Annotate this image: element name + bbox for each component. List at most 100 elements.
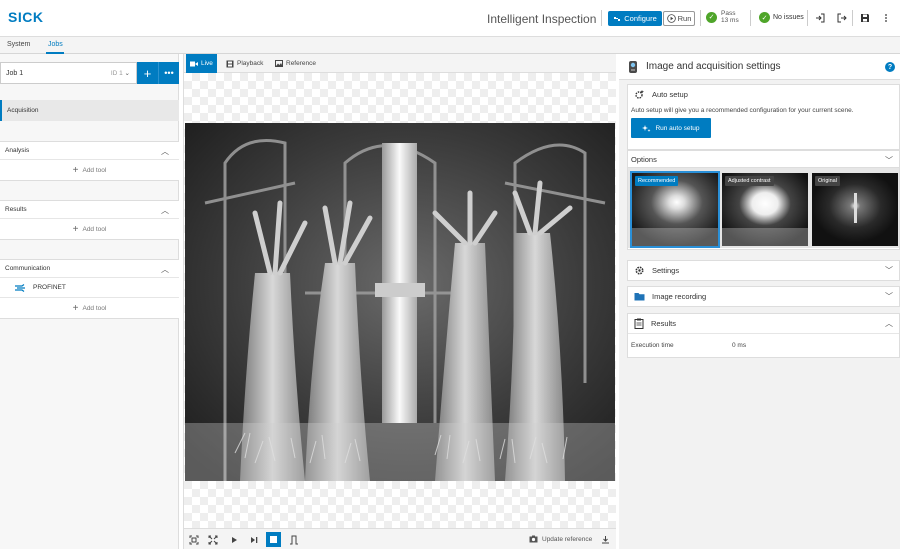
communication-section: Communication ︿ PROFINET + Add tool [0, 259, 179, 319]
camera-device-icon [627, 60, 639, 74]
more-vertical-icon[interactable] [879, 11, 893, 25]
divider [852, 10, 853, 26]
video-camera-icon [190, 61, 198, 67]
update-reference-button[interactable]: Update reference [529, 535, 592, 543]
play-icon[interactable] [226, 532, 241, 547]
viewer-toolbar: Update reference [184, 528, 616, 549]
plus-icon: + [143, 65, 152, 81]
chevron-down-icon: ﹀ [885, 292, 893, 301]
check-circle-icon: ✓ [759, 12, 770, 23]
download-icon[interactable] [598, 532, 613, 547]
settings-card[interactable]: Settings ﹀ [627, 260, 900, 281]
folder-icon [634, 292, 645, 301]
panel-header: Image and acquisition settings ? [619, 54, 900, 80]
issues-status[interactable]: ✓ No issues [759, 12, 804, 23]
analysis-header[interactable]: Analysis ︿ [0, 142, 179, 160]
film-icon [226, 60, 234, 68]
image-icon [275, 60, 283, 67]
chevron-up-icon: ︿ [885, 319, 893, 328]
help-icon[interactable]: ? [885, 62, 895, 72]
options-card: Options ﹀ Recommended Adjusted contrast … [627, 150, 900, 250]
tab-reference[interactable]: Reference [271, 54, 320, 73]
result-value: 0 ms [732, 342, 747, 349]
communication-header[interactable]: Communication ︿ [0, 260, 179, 278]
live-camera-image[interactable] [185, 123, 615, 481]
fullscreen-icon[interactable] [205, 532, 220, 547]
option-original[interactable]: Original [812, 173, 898, 246]
fit-screen-icon[interactable] [186, 532, 201, 547]
more-horizontal-icon: ••• [164, 68, 174, 78]
option-recommended[interactable]: Recommended [630, 171, 720, 248]
add-tool-button[interactable]: + Add tool [0, 298, 179, 318]
section-title: Communication [5, 265, 51, 272]
chevron-down-icon: ⌄ [124, 70, 130, 77]
image-viewer: Live Playback Reference Update reference [183, 54, 616, 549]
tab-jobs[interactable]: Jobs [48, 41, 63, 48]
sick-logo: SICK [8, 9, 44, 25]
issues-label: No issues [773, 14, 804, 21]
tab-playback[interactable]: Playback [222, 54, 267, 73]
results-card: Results ︿ Execution time 0 ms [627, 313, 900, 358]
login-icon[interactable] [813, 11, 827, 25]
plus-icon: + [72, 223, 79, 235]
plus-icon: + [72, 164, 79, 176]
divider [807, 10, 808, 26]
panel-title: Image and acquisition settings [646, 61, 781, 72]
chevron-up-icon: ︿ [161, 147, 169, 156]
save-icon[interactable] [858, 11, 872, 25]
job-bar: Job 1 ID 1 ⌄ + ••• [0, 62, 179, 84]
options-header[interactable]: Options ﹀ [628, 150, 899, 168]
add-tool-button[interactable]: + Add tool [0, 219, 179, 239]
job-menu-button[interactable]: ••• [158, 62, 179, 84]
clipboard-icon [634, 318, 644, 329]
add-job-button[interactable]: + [137, 62, 158, 84]
job-select[interactable]: Job 1 ID 1 ⌄ [0, 62, 137, 84]
step-icon[interactable] [246, 532, 261, 547]
configure-label: Configure [624, 14, 657, 23]
chevron-up-icon: ︿ [161, 206, 169, 215]
pass-label: Pass [721, 10, 736, 17]
profinet-icon [14, 284, 27, 292]
tab-system[interactable]: System [7, 41, 30, 48]
divider [601, 10, 602, 26]
add-tool-button[interactable]: + Add tool [0, 160, 179, 180]
tab-live[interactable]: Live [186, 54, 217, 73]
image-recording-card[interactable]: Image recording ﹀ [627, 286, 900, 307]
section-title: Results [5, 206, 27, 213]
job-id: ID 1 ⌄ [110, 70, 130, 77]
plus-icon: + [72, 302, 79, 314]
trigger-icon[interactable] [286, 532, 301, 547]
top-bar: SICK Intelligent Inspection Configure Ru… [0, 0, 900, 37]
check-circle-icon: ✓ [706, 11, 717, 23]
results-header[interactable]: Results ︿ [628, 314, 899, 333]
result-row: Execution time 0 ms [628, 333, 899, 357]
auto-setup-header[interactable]: Auto setup [628, 85, 899, 104]
configure-button[interactable]: Configure [608, 11, 662, 26]
auto-setup-card: Auto setup Auto setup will give you a re… [627, 84, 900, 150]
auto-setup-description: Auto setup will give you a recommended c… [631, 107, 854, 114]
profinet-item[interactable]: PROFINET [0, 278, 179, 298]
job-name: Job 1 [6, 69, 24, 77]
play-circle-icon [666, 14, 676, 23]
main-tabs: System Jobs [0, 37, 900, 54]
stop-icon[interactable] [266, 532, 281, 547]
analysis-section: Analysis ︿ + Add tool [0, 141, 179, 181]
camera-icon [529, 535, 538, 543]
image-recording-header[interactable]: Image recording ﹀ [628, 287, 899, 306]
result-label: Execution time [631, 342, 674, 349]
run-auto-setup-button[interactable]: Run auto setup [631, 118, 711, 138]
chevron-up-icon: ︿ [161, 265, 169, 274]
acquisition-item[interactable]: Acquisition [0, 100, 179, 121]
settings-panel: Image and acquisition settings ? Auto se… [619, 54, 900, 549]
sparkle-icon [642, 124, 651, 133]
option-adjusted-contrast[interactable]: Adjusted contrast [722, 173, 808, 246]
chevron-down-icon: ﹀ [885, 156, 893, 165]
configure-icon [613, 15, 621, 23]
results-section: Results ︿ + Add tool [0, 200, 179, 240]
results-header[interactable]: Results ︿ [0, 201, 179, 219]
chevron-down-icon: ﹀ [885, 266, 893, 275]
run-button[interactable]: Run [663, 11, 695, 26]
run-label: Run [677, 14, 692, 23]
logout-icon[interactable] [835, 11, 849, 25]
settings-header[interactable]: Settings ﹀ [628, 261, 899, 280]
